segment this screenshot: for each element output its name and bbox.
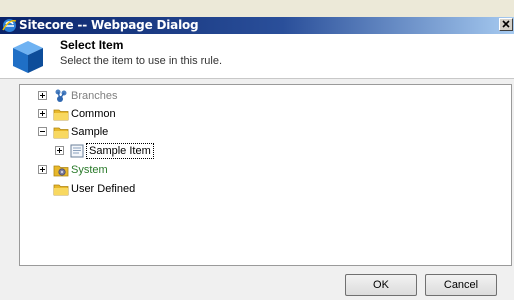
ok-button[interactable]: OK	[345, 274, 417, 296]
cancel-button[interactable]: Cancel	[425, 274, 497, 296]
folder-icon	[53, 124, 69, 140]
system-icon	[53, 162, 69, 178]
tree-item-label: Common	[71, 108, 116, 120]
tree-item-label: Branches	[71, 90, 118, 102]
dialog-window: Sitecore -- Webpage Dialog Select Item S…	[0, 0, 514, 300]
dialog-content: Branches Common Sample Sample Item Syste…	[0, 79, 514, 300]
folder-icon	[53, 181, 69, 197]
ie-logo-icon	[2, 18, 17, 33]
collapse-icon[interactable]	[38, 127, 47, 136]
title-bar[interactable]: Sitecore -- Webpage Dialog	[0, 17, 514, 34]
expand-icon[interactable]	[38, 91, 47, 100]
tree-item-label: User Defined	[71, 183, 136, 195]
tree-item-branches[interactable]: Branches	[20, 87, 220, 105]
tree-item-sample[interactable]: Sample	[20, 123, 220, 141]
tree-item-label: System	[71, 164, 108, 176]
dialog-title: Select Item	[60, 38, 124, 52]
tree-item-label: Sample Item	[86, 143, 154, 159]
tree-item-system[interactable]: System	[20, 161, 220, 179]
document-icon	[69, 143, 85, 159]
dialog-header: Select Item Select the item to use in th…	[0, 34, 514, 79]
close-icon	[500, 19, 512, 30]
blue-cube-icon	[11, 39, 45, 75]
dialog-subtitle: Select the item to use in this rule.	[60, 55, 223, 67]
folder-icon	[53, 106, 69, 122]
tree-item-user-defined[interactable]: User Defined	[20, 180, 220, 198]
expand-icon[interactable]	[38, 165, 47, 174]
item-tree: Branches Common Sample Sample Item Syste…	[19, 84, 512, 266]
tree-item-common[interactable]: Common	[20, 105, 220, 123]
window-title: Sitecore -- Webpage Dialog	[19, 18, 199, 32]
tree-item-label: Sample	[71, 126, 109, 138]
tree-item-sample-item[interactable]: Sample Item	[20, 142, 220, 160]
expand-icon[interactable]	[38, 109, 47, 118]
expand-icon[interactable]	[55, 146, 64, 155]
close-button[interactable]	[499, 18, 513, 31]
branches-icon	[53, 88, 69, 104]
